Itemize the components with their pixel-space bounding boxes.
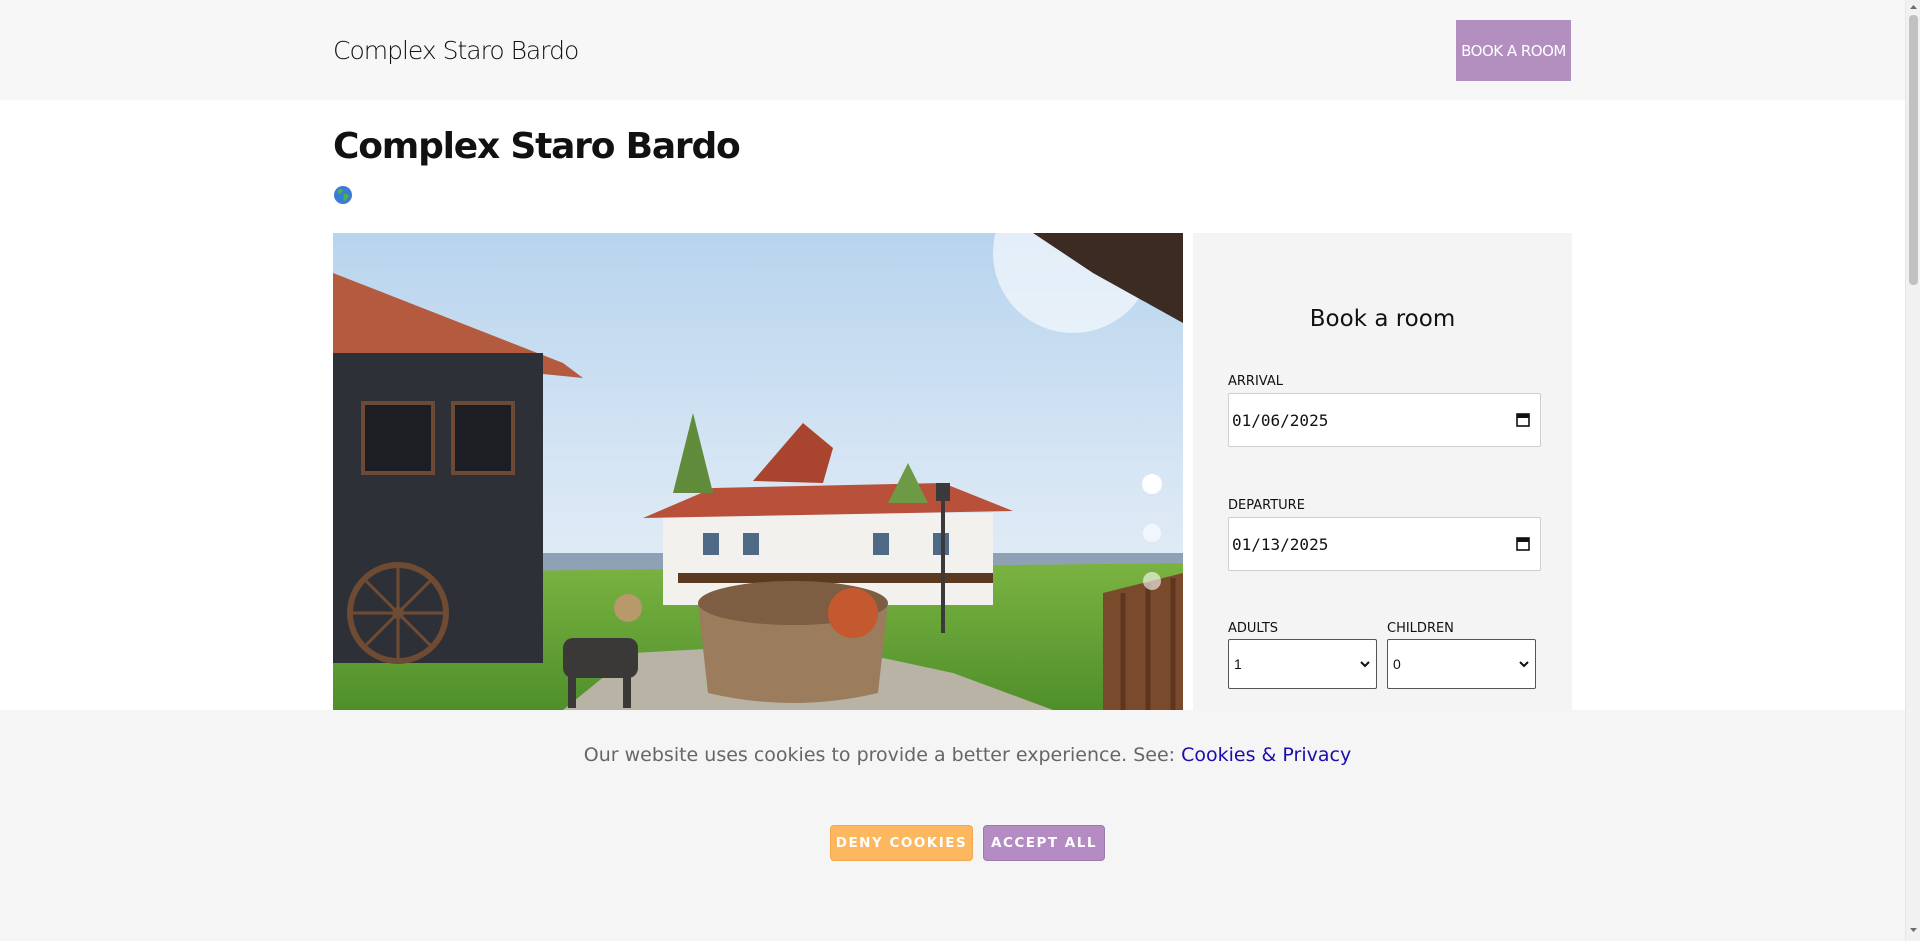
slider-dot-1[interactable] <box>1142 474 1162 494</box>
site-brand[interactable]: Complex Staro Bardo <box>333 36 579 65</box>
children-value: 0 <box>1393 656 1401 672</box>
scroll-thumb[interactable] <box>1909 15 1918 285</box>
scroll-down-icon[interactable] <box>1909 926 1918 934</box>
page-title: Complex Staro Bardo <box>333 126 741 167</box>
booking-title: Book a room <box>1309 306 1456 332</box>
children-select[interactable]: 0 <box>1387 639 1536 689</box>
adults-label: ADULTS <box>1228 621 1279 636</box>
cookie-message: Our website uses cookies to provide a be… <box>0 744 1920 766</box>
arrival-date-input[interactable]: 01/06/2025 <box>1228 393 1541 447</box>
site-header: Complex Staro Bardo BOOK A ROOM <box>0 0 1905 100</box>
page-scrollbar[interactable] <box>1905 0 1920 941</box>
cookies-privacy-link[interactable]: Cookies & Privacy <box>1181 744 1351 766</box>
calendar-icon[interactable] <box>1516 536 1530 551</box>
departure-date-value: 01/13/2025 <box>1232 534 1329 554</box>
departure-date-input[interactable]: 01/13/2025 <box>1228 517 1541 571</box>
accept-all-button[interactable]: ACCEPT ALL <box>983 825 1105 861</box>
scroll-up-icon[interactable] <box>1909 3 1918 11</box>
globe-icon[interactable] <box>333 185 353 205</box>
cookie-text: Our website uses cookies to provide a be… <box>583 744 1176 766</box>
departure-label: DEPARTURE <box>1228 498 1305 513</box>
booking-panel: Book a room ARRIVAL 01/06/2025 DEPARTURE… <box>1193 233 1572 710</box>
image-slider[interactable] <box>333 233 1183 710</box>
cookie-banner: Our website uses cookies to provide a be… <box>0 710 1905 941</box>
adults-value: 1 <box>1234 656 1242 672</box>
slider-dot-2[interactable] <box>1143 524 1161 542</box>
children-label: CHILDREN <box>1387 621 1454 636</box>
deny-cookies-button[interactable]: DENY COOKIES <box>830 825 973 861</box>
adults-select[interactable]: 1 <box>1228 639 1377 689</box>
calendar-icon[interactable] <box>1516 412 1530 427</box>
courtyard-photo <box>333 233 1183 710</box>
chevron-down-icon <box>1360 661 1370 668</box>
slider-dot-3[interactable] <box>1143 572 1161 590</box>
chevron-down-icon <box>1519 661 1529 668</box>
arrival-label: ARRIVAL <box>1228 374 1283 389</box>
arrival-date-value: 01/06/2025 <box>1232 410 1329 430</box>
book-a-room-button[interactable]: BOOK A ROOM <box>1456 20 1571 81</box>
